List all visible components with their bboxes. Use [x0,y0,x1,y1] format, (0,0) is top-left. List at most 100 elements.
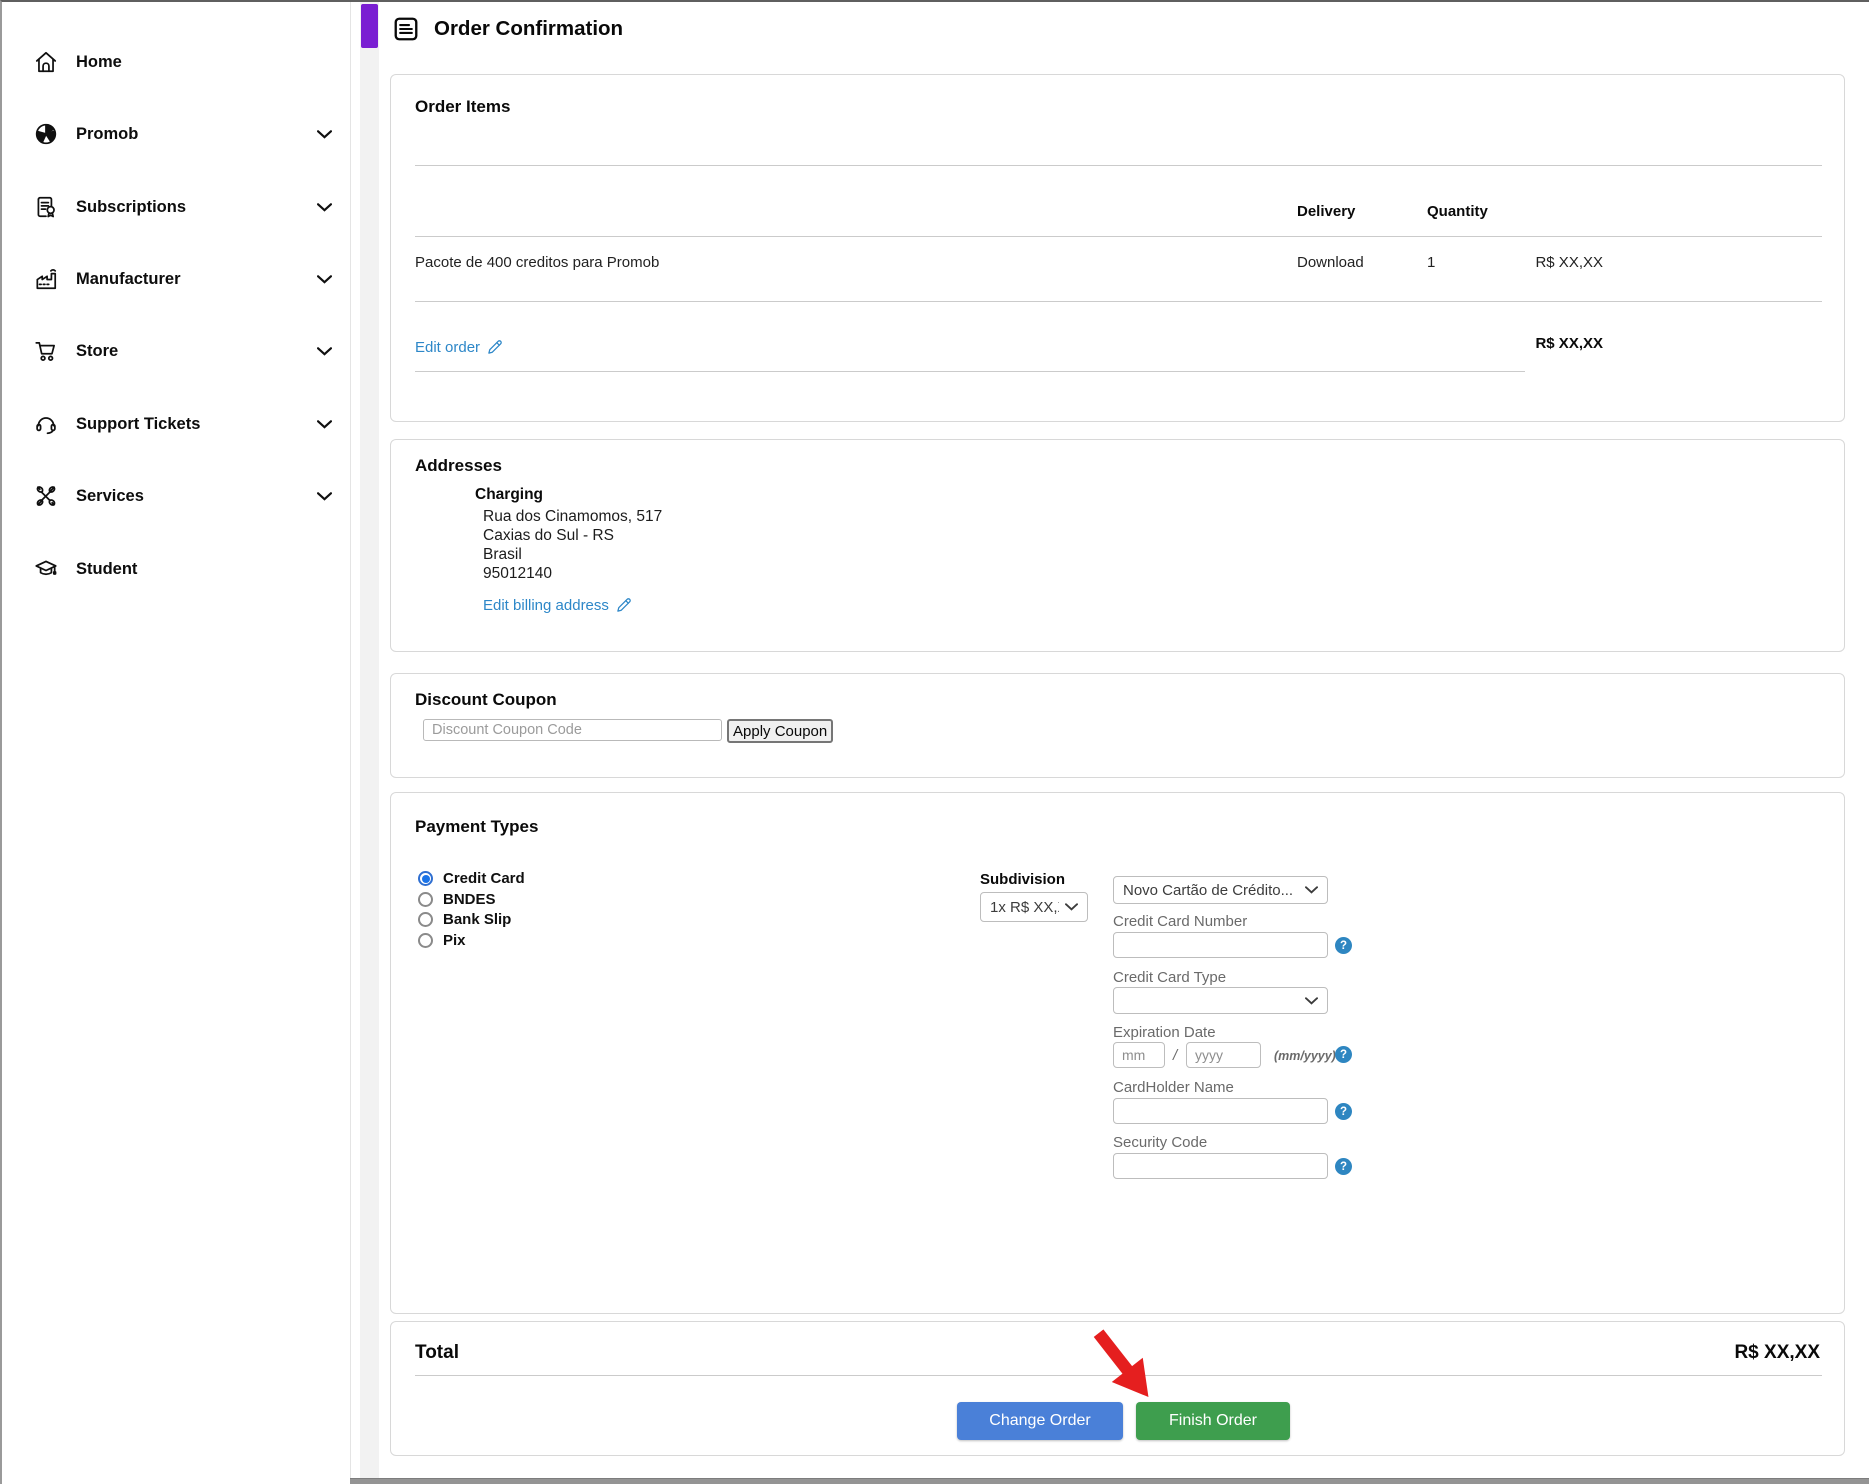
radio-label: Credit Card [443,870,525,887]
payment-types-card: Payment Types Credit Card BNDES Bank Sli… [390,792,1845,1314]
radio-bank-slip[interactable]: Bank Slip [418,911,511,928]
cardholder-name-label: CardHolder Name [1113,1079,1234,1096]
sidebar-item-label: Promob [76,125,138,144]
subdivision-label: Subdivision [980,871,1065,888]
expiration-year-input[interactable] [1186,1042,1261,1068]
sidebar-item-label: Store [76,342,118,361]
pencil-icon [486,338,504,356]
chevron-down-icon [317,130,332,139]
tools-icon [33,483,59,509]
order-item-price: R$ XX,XX [1483,254,1603,271]
pencil-icon [615,596,633,614]
sidebar-item-label: Subscriptions [76,198,186,217]
home-icon [33,49,59,75]
address-zip: 95012140 [483,565,552,583]
subscriptions-icon [33,194,59,220]
chevron-down-icon [317,203,332,212]
discount-coupon-heading: Discount Coupon [415,690,557,710]
radio-icon [418,933,433,948]
cardholder-name-input[interactable] [1113,1098,1328,1124]
expiration-date-label: Expiration Date [1113,1024,1216,1041]
radio-icon [418,892,433,907]
chevron-down-icon [1065,903,1078,911]
total-label: Total [415,1342,459,1364]
headset-icon [33,411,59,437]
order-item-link[interactable]: Pacote de 400 creditos para Promob [415,254,659,271]
order-item-delivery: Download [1297,254,1364,271]
order-confirmation-screen: Home Promob Subscriptions [0,0,1869,1484]
order-items-heading: Order Items [415,97,510,117]
chevron-down-icon [317,275,332,284]
horizontal-scrollbar[interactable] [350,1478,1869,1484]
security-code-label: Security Code [1113,1134,1207,1151]
sidebar-item-student[interactable]: Student [2,533,350,605]
expiration-month-input[interactable] [1113,1042,1165,1068]
security-code-input[interactable] [1113,1153,1328,1179]
order-subtotal: R$ XX,XX [1483,335,1603,352]
credit-card-number-label: Credit Card Number [1113,913,1247,930]
help-icon[interactable]: ? [1335,1046,1352,1063]
graduation-cap-icon [33,556,59,582]
discount-coupon-input[interactable] [423,719,722,741]
payment-types-heading: Payment Types [415,817,538,837]
factory-icon [33,266,59,292]
page-header: Order Confirmation [392,14,623,44]
discount-coupon-card: Discount Coupon Apply Coupon [390,673,1845,778]
sidebar-item-label: Manufacturer [76,270,181,289]
date-format-hint: (mm/yyyy) [1274,1049,1336,1063]
date-separator: / [1173,1047,1177,1064]
change-order-button[interactable]: Change Order [957,1402,1123,1440]
edit-billing-address-link[interactable]: Edit billing address [483,596,633,614]
chevron-down-icon [317,420,332,429]
radio-selected-icon [418,871,433,886]
sidebar-item-label: Support Tickets [76,415,200,434]
finish-order-button[interactable]: Finish Order [1136,1402,1290,1440]
order-document-icon [392,14,420,44]
sidebar-item-label: Student [76,560,137,579]
vertical-scrollbar-thumb[interactable] [361,4,378,48]
sidebar-item-promob[interactable]: Promob [2,98,350,170]
credit-card-type-select[interactable] [1113,987,1328,1014]
promob-logo-icon [33,121,59,147]
chevron-down-icon [317,492,332,501]
sidebar-item-services[interactable]: Services [2,460,350,532]
edit-order-label: Edit order [415,339,480,356]
sidebar: Home Promob Subscriptions [2,2,351,1478]
order-item-quantity: 1 [1427,254,1435,271]
radio-credit-card[interactable]: Credit Card [418,870,525,887]
sidebar-item-store[interactable]: Store [2,315,350,387]
sidebar-item-label: Services [76,487,144,506]
radio-label: BNDES [443,891,496,908]
order-items-card: Order Items Delivery Quantity Pacote de … [390,74,1845,422]
address-country: Brasil [483,546,522,564]
vertical-scrollbar-track[interactable] [360,2,379,1478]
column-header-quantity: Quantity [1427,203,1488,220]
address-street: Rua dos Cinamomos, 517 [483,508,662,526]
chevron-down-icon [317,347,332,356]
help-icon[interactable]: ? [1335,937,1352,954]
chevron-down-icon [1305,997,1318,1005]
sidebar-item-subscriptions[interactable]: Subscriptions [2,171,350,243]
radio-pix[interactable]: Pix [418,932,466,949]
apply-coupon-button[interactable]: Apply Coupon [727,719,833,743]
credit-card-type-label: Credit Card Type [1113,969,1226,986]
subdivision-select[interactable]: 1x R$ XX,XX [980,892,1088,922]
addresses-heading: Addresses [415,456,502,476]
help-icon[interactable]: ? [1335,1103,1352,1120]
address-city: Caxias do Sul - RS [483,527,614,545]
help-icon[interactable]: ? [1335,1158,1352,1175]
radio-bndes[interactable]: BNDES [418,891,496,908]
radio-label: Bank Slip [443,911,511,928]
sidebar-item-label: Home [76,53,122,72]
edit-billing-address-label: Edit billing address [483,597,609,614]
credit-card-number-input[interactable] [1113,932,1328,958]
addresses-card: Addresses Charging Rua dos Cinamomos, 51… [390,439,1845,652]
chevron-down-icon [1305,886,1318,894]
sidebar-item-manufacturer[interactable]: Manufacturer [2,243,350,315]
saved-card-value: Novo Cartão de Crédito... [1123,882,1293,899]
sidebar-item-support-tickets[interactable]: Support Tickets [2,388,350,460]
edit-order-link[interactable]: Edit order [415,338,504,356]
radio-icon [418,912,433,927]
saved-card-select[interactable]: Novo Cartão de Crédito... [1113,876,1328,904]
sidebar-item-home[interactable]: Home [2,26,350,98]
